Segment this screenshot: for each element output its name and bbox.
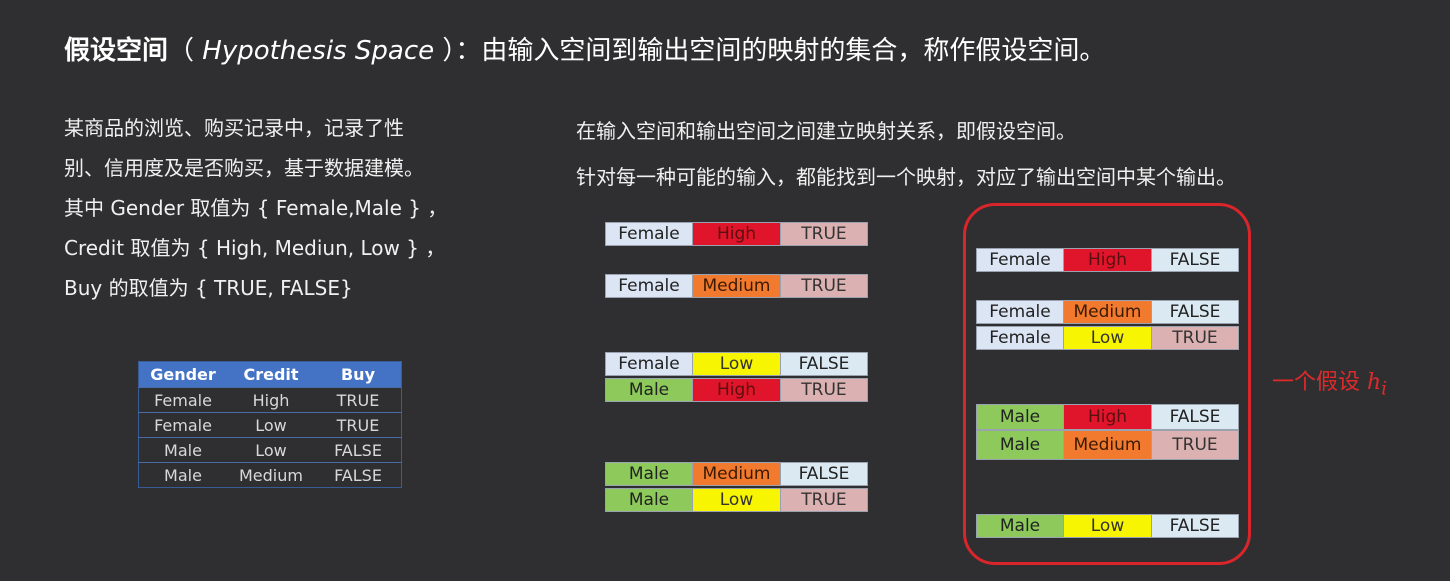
mapping-row: Female Medium TRUE (605, 274, 868, 298)
title-open-paren: （ (168, 36, 203, 66)
gender-cell: Female (606, 223, 693, 245)
hypothesis-row: Male Medium TRUE (976, 430, 1239, 460)
buy-cell: TRUE (781, 223, 867, 245)
title-close-paren: ） (434, 36, 456, 66)
buy-cell: FALSE (1152, 301, 1238, 323)
gender-cell: Female (977, 301, 1064, 323)
buy-cell: FALSE (1152, 515, 1238, 537)
table-cell: FALSE (315, 437, 402, 463)
mapping-row: Female High TRUE (605, 222, 868, 246)
hypothesis-symbol: h (1367, 370, 1382, 395)
buy-cell: TRUE (781, 275, 867, 297)
gender-cell: Female (606, 275, 693, 297)
hypothesis-row: Male Low FALSE (976, 514, 1239, 538)
description-line: 别、信用度及是否购买，基于数据建模。 (64, 156, 424, 180)
table-header-row: Gender Credit Buy (138, 361, 402, 388)
credit-cell: High (1064, 405, 1152, 429)
description-line: 在输入空间和输出空间之间建立映射关系，即假设空间。 (576, 119, 1076, 143)
table-cell: Male (138, 462, 227, 488)
gender-cell: Male (606, 489, 693, 511)
hypothesis-row: Female Medium FALSE (976, 300, 1239, 324)
table-cell: Low (227, 412, 315, 438)
table-cell: FALSE (315, 462, 402, 488)
buy-cell: TRUE (1152, 431, 1238, 459)
header-credit: Credit (227, 361, 315, 388)
buy-cell: TRUE (781, 489, 867, 511)
table-cell: Medium (227, 462, 315, 488)
credit-cell: Medium (693, 275, 781, 297)
buy-cell: TRUE (1152, 327, 1238, 349)
buy-cell: FALSE (1152, 405, 1238, 429)
credit-cell: Low (693, 489, 781, 511)
hypothesis-row: Male High FALSE (976, 404, 1239, 430)
table-row: Female High TRUE (138, 387, 402, 413)
gender-cell: Female (977, 327, 1064, 349)
gender-cell: Female (606, 353, 693, 375)
data-table: Gender Credit Buy Female High TRUE Femal… (138, 361, 402, 488)
table-cell: TRUE (315, 412, 402, 438)
mapping-row: Male Medium FALSE (605, 462, 868, 486)
credit-cell: High (693, 379, 781, 401)
hypothesis-label: 一个假设 hi (1272, 364, 1387, 399)
title-rest: ：由输入空间到输出空间的映射的集合，称作假设空间。 (455, 36, 1106, 66)
description-left: 某商品的浏览、购买记录中，记录了性 别、信用度及是否购买，基于数据建模。 其中 … (64, 108, 524, 308)
table-cell: Female (138, 412, 227, 438)
header-gender: Gender (138, 361, 227, 388)
credit-cell: Medium (1064, 431, 1152, 459)
table-cell: High (227, 387, 315, 413)
table-cell: Female (138, 387, 227, 413)
description-line: 其中 Gender 取值为 { Female,Male } ， (64, 196, 448, 220)
title-english: Hypothesis Space (202, 36, 435, 66)
mapping-row: Male Low TRUE (605, 488, 868, 512)
table-cell: Low (227, 437, 315, 463)
credit-cell: Medium (693, 463, 781, 485)
credit-cell: Low (693, 353, 781, 375)
gender-cell: Female (977, 249, 1064, 271)
table-row: Male Medium FALSE (138, 462, 402, 488)
gender-cell: Male (977, 405, 1064, 429)
header-buy: Buy (315, 361, 402, 388)
page-title: 假设空间（ Hypothesis Space ）：由输入空间到输出空间的映射的集… (64, 30, 1105, 67)
table-cell: Male (138, 437, 227, 463)
credit-cell: High (693, 223, 781, 245)
title-bold: 假设空间 (64, 36, 169, 66)
gender-cell: Male (977, 515, 1064, 537)
description-line: 针对每一种可能的输入，都能找到一个映射，对应了输出空间中某个输出。 (576, 165, 1236, 189)
buy-cell: FALSE (781, 463, 867, 485)
mapping-row: Male High TRUE (605, 378, 868, 402)
credit-cell: Low (1064, 515, 1152, 537)
gender-cell: Male (977, 431, 1064, 459)
description-line: 某商品的浏览、购买记录中，记录了性 (64, 116, 404, 140)
hypothesis-row: Female Low TRUE (976, 326, 1239, 350)
gender-cell: Male (606, 379, 693, 401)
buy-cell: FALSE (1152, 249, 1238, 271)
hypothesis-label-text: 一个假设 (1272, 370, 1367, 395)
description-line: Credit 取值为 { High, Mediun, Low } ， (64, 236, 446, 260)
buy-cell: FALSE (781, 353, 867, 375)
table-row: Female Low TRUE (138, 412, 402, 438)
description-line: Buy 的取值为 { TRUE, FALSE} (64, 276, 353, 300)
gender-cell: Male (606, 463, 693, 485)
hypothesis-row: Female High FALSE (976, 248, 1239, 272)
description-right: 在输入空间和输出空间之间建立映射关系，即假设空间。 针对每一种可能的输入，都能找… (576, 108, 1236, 200)
credit-cell: High (1064, 249, 1152, 271)
credit-cell: Low (1064, 327, 1152, 349)
table-row: Male Low FALSE (138, 437, 402, 463)
mapping-row: Female Low FALSE (605, 352, 868, 376)
credit-cell: Medium (1064, 301, 1152, 323)
hypothesis-subscript: i (1381, 378, 1388, 400)
table-cell: TRUE (315, 387, 402, 413)
buy-cell: TRUE (781, 379, 867, 401)
